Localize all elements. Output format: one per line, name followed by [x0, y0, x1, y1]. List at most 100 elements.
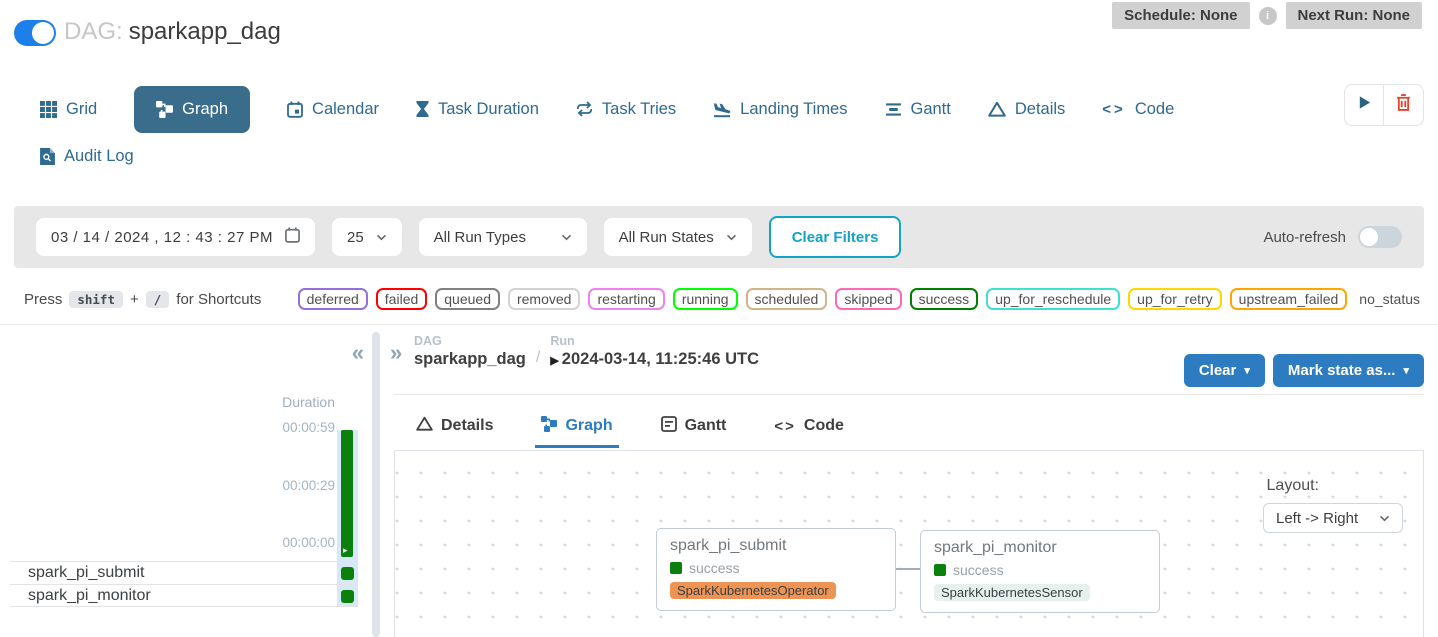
layout-value: Left -> Right	[1276, 510, 1358, 527]
edge-submit-to-monitor	[896, 568, 920, 570]
tab-label: Code	[1135, 100, 1174, 119]
legend-badge-queued[interactable]: queued	[435, 288, 500, 310]
plus-label: +	[130, 291, 139, 308]
tab-task-tries[interactable]: Task Tries	[576, 100, 676, 119]
layout-label: Layout:	[1267, 477, 1319, 495]
mark-state-button[interactable]: Mark state as... ▾	[1273, 354, 1424, 387]
run-marker-icon: ▸	[343, 546, 348, 555]
legend-badge-skipped[interactable]: skipped	[835, 288, 901, 310]
state-legend: deferred failed queued removed restartin…	[298, 288, 1424, 310]
axis-tick: 00:00:29	[282, 478, 335, 493]
chevron-down-icon	[376, 234, 387, 241]
tab-label: Details	[1015, 100, 1065, 119]
tab-label: Audit Log	[64, 147, 134, 166]
airflow-dag-page: DAG:sparkapp_dag Schedule: None i Next R…	[0, 0, 1438, 637]
tab-label: Graph	[182, 100, 228, 119]
expand-panel-icon[interactable]: »	[390, 342, 402, 364]
run-tab-code[interactable]: <> Code	[768, 404, 850, 448]
panel-resize-handle[interactable]	[372, 332, 380, 637]
tab-graph[interactable]: Graph	[134, 86, 250, 133]
triangle-icon	[988, 101, 1006, 117]
legend-badge-failed[interactable]: failed	[376, 288, 427, 310]
caret-down-icon: ▾	[1403, 364, 1409, 377]
calendar-icon	[285, 227, 300, 247]
task-row-spark-pi-monitor[interactable]: spark_pi_monitor	[10, 584, 358, 607]
run-tab-label: Graph	[565, 417, 612, 435]
tab-audit-log[interactable]: Audit Log	[40, 147, 134, 166]
axis-tick: 00:00:59	[282, 420, 335, 435]
tab-calendar[interactable]: Calendar	[287, 100, 379, 119]
run-tabs: Details Graph Gantt <> Code	[410, 404, 850, 448]
task-name: spark_pi_monitor	[28, 587, 151, 605]
page-size-select[interactable]: 25	[332, 218, 402, 256]
auto-refresh-control: Auto-refresh	[1263, 226, 1402, 248]
run-tab-gantt[interactable]: Gantt	[655, 404, 733, 448]
tab-landing-times[interactable]: Landing Times	[713, 100, 847, 119]
node-state-label: success	[953, 562, 1004, 578]
hourglass-icon	[416, 101, 429, 117]
graph-canvas[interactable]: Layout: Left -> Right spark_pi_submit su…	[394, 450, 1424, 637]
legend-badge-up-for-reschedule[interactable]: up_for_reschedule	[986, 288, 1120, 310]
dag-crumb-label: DAG	[414, 334, 526, 348]
duration-axis-label: Duration	[282, 394, 335, 410]
task-row-spark-pi-submit[interactable]: spark_pi_submit	[10, 561, 358, 584]
tab-label: Landing Times	[740, 100, 847, 119]
task-instance-square[interactable]	[341, 590, 354, 603]
legend-badge-restarting[interactable]: restarting	[588, 288, 664, 310]
node-operator-badge: SparkKubernetesSensor	[934, 584, 1090, 601]
page-size-value: 25	[347, 229, 364, 246]
dag-run-duration-bar[interactable]: ▸	[341, 430, 353, 557]
tab-task-duration[interactable]: Task Duration	[416, 100, 539, 119]
legend-badge-deferred[interactable]: deferred	[298, 288, 368, 310]
node-state-square	[670, 562, 682, 574]
breadcrumb-separator: /	[536, 349, 540, 369]
legend-badge-running[interactable]: running	[673, 288, 738, 310]
run-tab-label: Details	[441, 417, 493, 435]
clear-run-button[interactable]: Clear ▾	[1184, 354, 1265, 387]
graph-node-spark-pi-submit[interactable]: spark_pi_submit success SparkKubernetesO…	[656, 528, 896, 611]
layout-select[interactable]: Left -> Right	[1263, 503, 1403, 533]
task-instance-square[interactable]	[341, 567, 354, 580]
tab-label: Task Duration	[438, 100, 539, 119]
legend-badge-up-for-retry[interactable]: up_for_retry	[1128, 288, 1221, 310]
info-icon[interactable]: i	[1259, 7, 1277, 25]
legend-badge-success[interactable]: success	[910, 288, 979, 310]
auto-refresh-toggle[interactable]	[1358, 226, 1402, 248]
gantt-doc-icon	[661, 416, 677, 437]
dag-pause-toggle[interactable]	[14, 20, 56, 46]
dag-prefix-label: DAG:	[64, 18, 123, 45]
schedule-info: Schedule: None i Next Run: None	[1112, 2, 1422, 29]
run-crumb-value: 2024-03-14, 11:25:46 UTC	[562, 350, 759, 368]
toggle-knob	[1360, 228, 1378, 246]
filter-bar: 03 / 14 / 2024 , 12 : 43 : 27 PM 25 All …	[14, 206, 1424, 268]
delete-dag-button[interactable]	[1384, 84, 1424, 126]
run-states-select[interactable]: All Run States	[604, 218, 752, 256]
axis-tick: 00:00:00	[282, 535, 335, 550]
graph-node-spark-pi-monitor[interactable]: spark_pi_monitor success SparkKubernetes…	[920, 530, 1160, 613]
run-types-select[interactable]: All Run Types	[419, 218, 587, 256]
triangle-icon	[416, 416, 433, 436]
run-tab-details[interactable]: Details	[410, 404, 499, 448]
node-title: spark_pi_submit	[670, 537, 882, 555]
run-tab-graph[interactable]: Graph	[535, 404, 618, 448]
auto-refresh-label: Auto-refresh	[1263, 229, 1346, 246]
legend-badge-upstream-failed[interactable]: upstream_failed	[1230, 288, 1348, 310]
clear-filters-button[interactable]: Clear Filters	[769, 216, 902, 258]
base-date-input[interactable]: 03 / 14 / 2024 , 12 : 43 : 27 PM	[36, 218, 315, 256]
code-icon: <>	[774, 418, 796, 435]
play-icon	[1357, 95, 1372, 115]
collapse-sidebar-icon[interactable]: «	[352, 342, 364, 364]
breadcrumb: DAG sparkapp_dag / Run ▶2024-03-14, 11:2…	[414, 334, 759, 369]
legend-badge-removed[interactable]: removed	[508, 288, 580, 310]
tab-gantt[interactable]: Gantt	[885, 100, 951, 119]
file-search-icon	[40, 148, 55, 165]
tab-grid[interactable]: Grid	[40, 100, 97, 119]
tab-label: Task Tries	[602, 100, 676, 119]
tab-details[interactable]: Details	[988, 100, 1065, 119]
legend-badge-no-status[interactable]: no_status	[1355, 290, 1424, 308]
tab-code[interactable]: <> Code	[1102, 100, 1174, 119]
legend-badge-scheduled[interactable]: scheduled	[746, 288, 828, 310]
run-actions: Clear ▾ Mark state as... ▾	[1184, 354, 1424, 387]
trash-icon	[1396, 94, 1411, 116]
trigger-dag-button[interactable]	[1344, 84, 1384, 126]
